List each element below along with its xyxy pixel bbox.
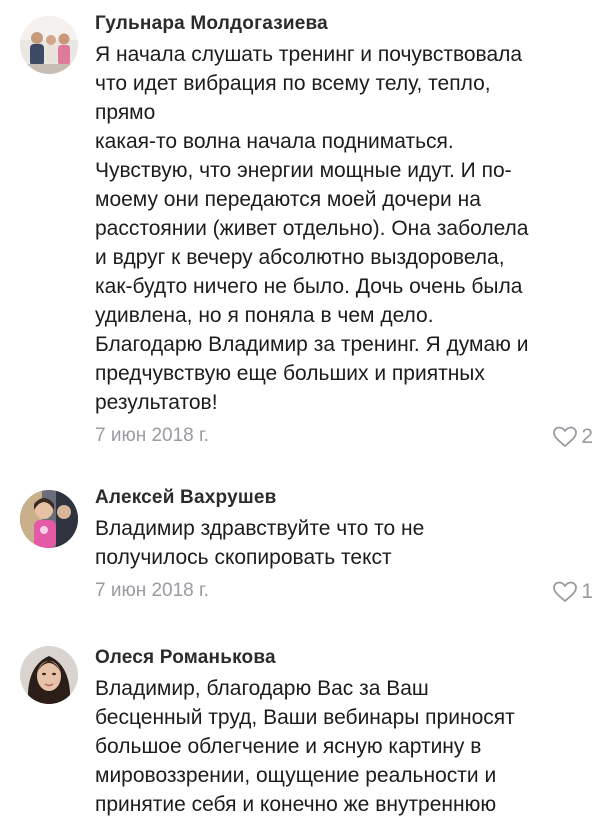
avatar[interactable] — [20, 16, 78, 74]
comment-body: Гульнара Молдогазиева Я начала слушать т… — [95, 12, 593, 455]
comment-author[interactable]: Алексей Вахрушев — [95, 486, 593, 510]
comment-meta: 7 июн 2018 г. 1 — [95, 580, 593, 610]
like-button[interactable]: 2 — [552, 425, 593, 449]
comment-author[interactable]: Гульнара Молдогазиева — [95, 12, 593, 36]
avatar-photo — [20, 490, 78, 548]
comment-text: Я начала слушать тренинг и почувствовала… — [95, 43, 529, 414]
avatar-photo — [20, 646, 78, 704]
avatar[interactable] — [20, 646, 78, 704]
comment-date: 7 июн 2018 г. — [95, 425, 209, 446]
comment-date: 7 июн 2018 г. — [95, 580, 209, 601]
avatar[interactable] — [20, 490, 78, 548]
heart-outline-icon — [553, 581, 578, 602]
comments-feed: Гульнара Молдогазиева Я начала слушать т… — [0, 0, 607, 825]
comment-body: Олеся Романькова Владимир, благодарю Вас… — [95, 646, 593, 819]
like-count: 1 — [581, 580, 593, 603]
heart-outline-icon — [553, 426, 578, 447]
comment-author[interactable]: Олеся Романькова — [95, 646, 593, 670]
like-count: 2 — [581, 425, 593, 448]
like-button[interactable]: 1 — [552, 580, 593, 604]
scroll-fade — [0, 815, 607, 825]
comment-text: Владимир, благодарю Вас за Ваш бесценный… — [95, 677, 515, 816]
comment-body: Алексей Вахрушев Владимир здравствуйте ч… — [95, 486, 593, 610]
comment-text: Владимир здравствуйте что то не получило… — [95, 517, 425, 569]
avatar-photo — [20, 16, 78, 74]
comment-meta: 7 июн 2018 г. 2 — [95, 425, 593, 455]
